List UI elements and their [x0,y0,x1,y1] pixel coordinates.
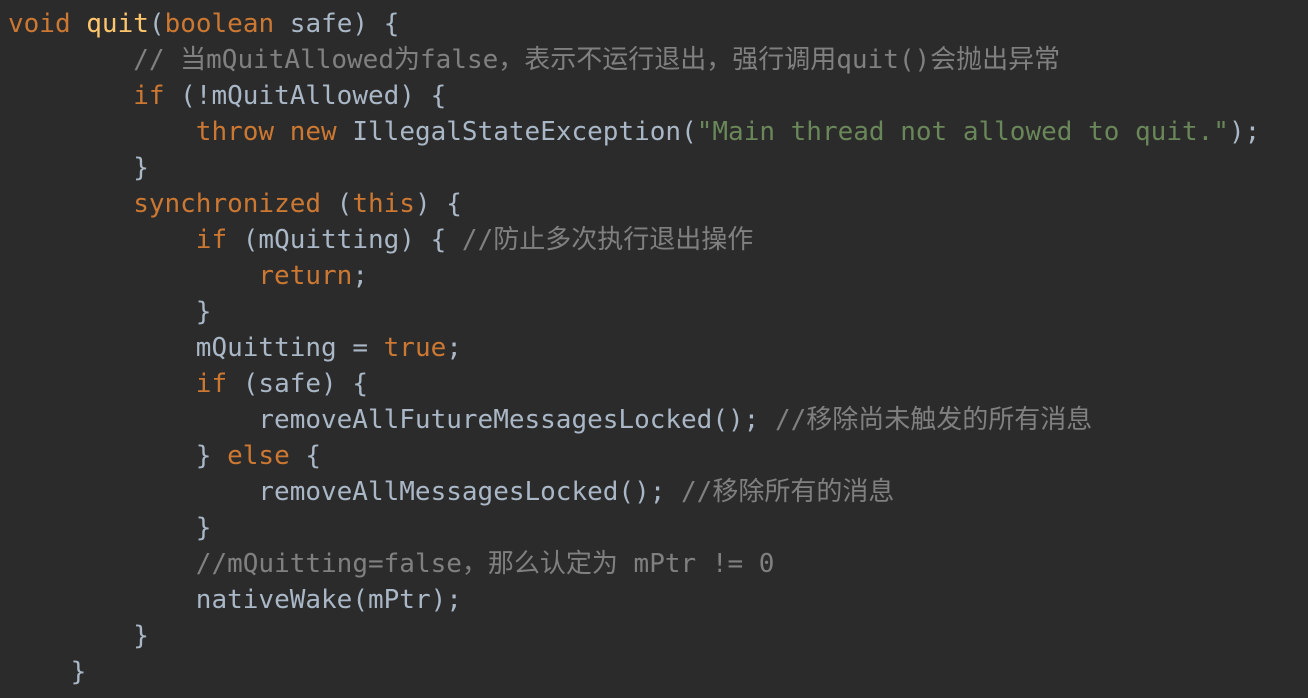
code-line[interactable]: // 当mQuitAllowed为false，表示不运行退出，强行调用quit(… [0,42,1308,78]
code-line[interactable]: } [0,150,1308,186]
code-text: nativeWake(mPtr); [195,585,462,615]
code-line[interactable]: } [0,510,1308,546]
code-keyword: return [258,261,353,291]
code-line[interactable]: synchronized (this) { [0,186,1308,222]
code-line[interactable]: } [0,618,1308,654]
code-keyword: void [8,9,71,39]
code-text: ; [352,261,368,291]
code-text: } [195,441,228,471]
code-text: } [70,657,87,687]
code-comment: //移除所有的消息 [681,477,895,507]
code-text: ) { [414,189,462,219]
code-text: removeAllFutureMessagesLocked(); [258,405,775,435]
code-line[interactable]: } [0,654,1308,690]
code-keyword: else [227,441,290,471]
code-line[interactable]: void quit(boolean safe) { [0,6,1308,42]
code-comment: //移除尚未触发的所有消息 [774,405,1093,435]
code-text: (!mQuitAllowed) { [164,81,447,111]
code-text: (mQuitting) { [227,225,462,255]
code-line[interactable]: mQuitting = true; [0,330,1308,366]
code-keyword: synchronized [133,189,322,219]
code-keyword: if [195,225,228,255]
code-text: } [195,513,212,543]
code-text: } [133,621,149,651]
code-line[interactable]: if (safe) { [0,366,1308,402]
code-line[interactable]: return; [0,258,1308,294]
code-text: ( [321,189,353,219]
code-keyword: throw [195,117,275,147]
code-keyword: true [383,333,447,363]
code-line[interactable]: //mQuitting=false，那么认定为 mPtr != 0 [0,546,1308,582]
code-line[interactable]: } [0,294,1308,330]
code-keyword: this [352,189,415,219]
code-text: ); [1228,117,1261,147]
code-keyword: boolean [164,9,275,39]
code-line[interactable]: nativeWake(mPtr); [0,582,1308,618]
code-text: } [195,297,212,327]
code-keyword: if [133,81,165,111]
code-line[interactable]: removeAllMessagesLocked(); //移除所有的消息 [0,474,1308,510]
code-editor[interactable]: void quit(boolean safe) {// 当mQuitAllowe… [0,6,1308,690]
code-keyword: new [289,117,337,147]
code-string: "Main thread not allowed to quit." [696,117,1229,147]
code-function-name: quit [86,9,149,39]
code-text: { [289,441,322,471]
code-text: ; [446,333,462,363]
code-comment: //mQuitting=false，那么认定为 mPtr != 0 [195,549,775,579]
code-line[interactable]: if (mQuitting) { //防止多次执行退出操作 [0,222,1308,258]
code-text: ( [148,9,165,39]
code-text: removeAllMessagesLocked(); [258,477,682,507]
code-text: (safe) { [227,369,368,399]
code-text: safe) { [274,9,400,39]
code-line[interactable]: removeAllFutureMessagesLocked(); //移除尚未触… [0,402,1308,438]
code-line[interactable]: if (!mQuitAllowed) { [0,78,1308,114]
code-text: IllegalStateException( [336,117,697,147]
code-text: } [133,153,149,183]
code-line[interactable]: throw new IllegalStateException("Main th… [0,114,1308,150]
code-comment: // 当mQuitAllowed为false，表示不运行退出，强行调用quit(… [133,45,1061,75]
code-comment: //防止多次执行退出操作 [461,225,754,255]
code-line[interactable]: } else { [0,438,1308,474]
code-keyword: if [195,369,228,399]
code-text: mQuitting = [195,333,384,363]
